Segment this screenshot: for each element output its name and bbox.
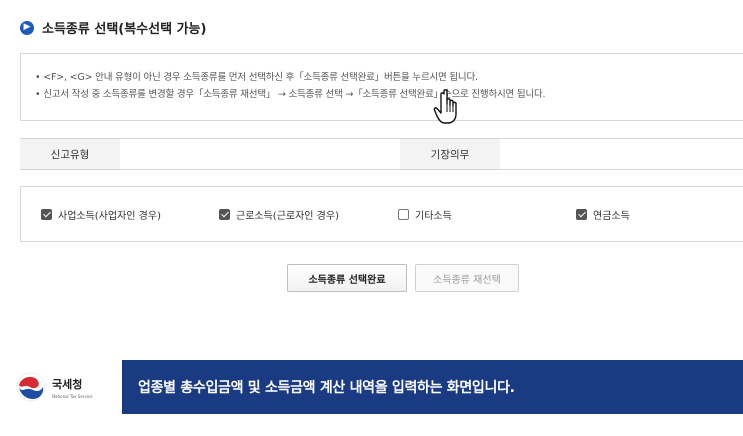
income-type-options: 사업소득(사업자인 경우) 근로소득(근로자인 경우) 기타소득 연금소득 [20,186,743,242]
report-type-label: 신고유형 [20,139,120,169]
income-type-reselect-button[interactable]: 소득종류 재선택 [415,264,519,292]
notice-line-2: • 신고서 작성 중 소득종류를 변경할 경우「소득종류 재선택」 → 소득종류… [35,89,546,100]
checkbox-label: 연금소득 [593,211,630,222]
bookkeeping-value [500,139,743,169]
checkbox-earned-income[interactable]: 근로소득(근로자인 경우) [219,207,339,222]
hand-cursor-icon [433,89,457,124]
checkbox-icon[interactable] [576,209,587,220]
notice-line-1: • <F>, <G> 안내 유형이 아닌 경우 소득종류를 먼저 선택하신 후「… [35,72,478,83]
checkbox-other-income[interactable]: 기타소득 [398,207,452,222]
section-header: ▶ 소득종류 선택(복수선택 가능) [20,18,206,37]
checkbox-label: 근로소득(근로자인 경우) [236,211,339,222]
notice-box: • <F>, <G> 안내 유형이 아닌 경우 소득종류를 먼저 선택하신 후「… [20,53,743,121]
report-info-row: 신고유형 기장의무 [20,138,743,170]
checkbox-icon[interactable] [41,209,52,220]
agency-name: 국세청 [52,377,83,391]
checkbox-label: 사업소득(사업자인 경우) [58,211,161,222]
checkbox-business-income[interactable]: 사업소득(사업자인 경우) [41,207,161,222]
report-type-value [120,139,400,169]
footer-banner: 국세청 National Tax Service 업종별 총수입금액 및 소득금… [0,360,743,414]
checkbox-icon[interactable] [398,209,409,220]
caption-text: 업종별 총수입금액 및 소득금액 계산 내역을 입력하는 화면입니다. [138,380,515,396]
caption-bar: 업종별 총수입금액 및 소득금액 계산 내역을 입력하는 화면입니다. [122,360,743,414]
bookkeeping-label: 기장의무 [400,139,500,169]
agency-name-en: National Tax Service [52,393,93,399]
nts-logo-icon [16,372,46,402]
checkbox-label: 기타소득 [415,211,452,222]
arrow-right-circle-icon: ▶ [20,20,34,35]
checkbox-icon[interactable] [219,209,230,220]
income-type-complete-button[interactable]: 소득종류 선택완료 [287,264,407,292]
agency-logo: 국세청 National Tax Service [0,360,122,414]
section-title: 소득종류 선택(복수선택 가능) [42,22,207,37]
checkbox-pension-income[interactable]: 연금소득 [576,207,630,222]
